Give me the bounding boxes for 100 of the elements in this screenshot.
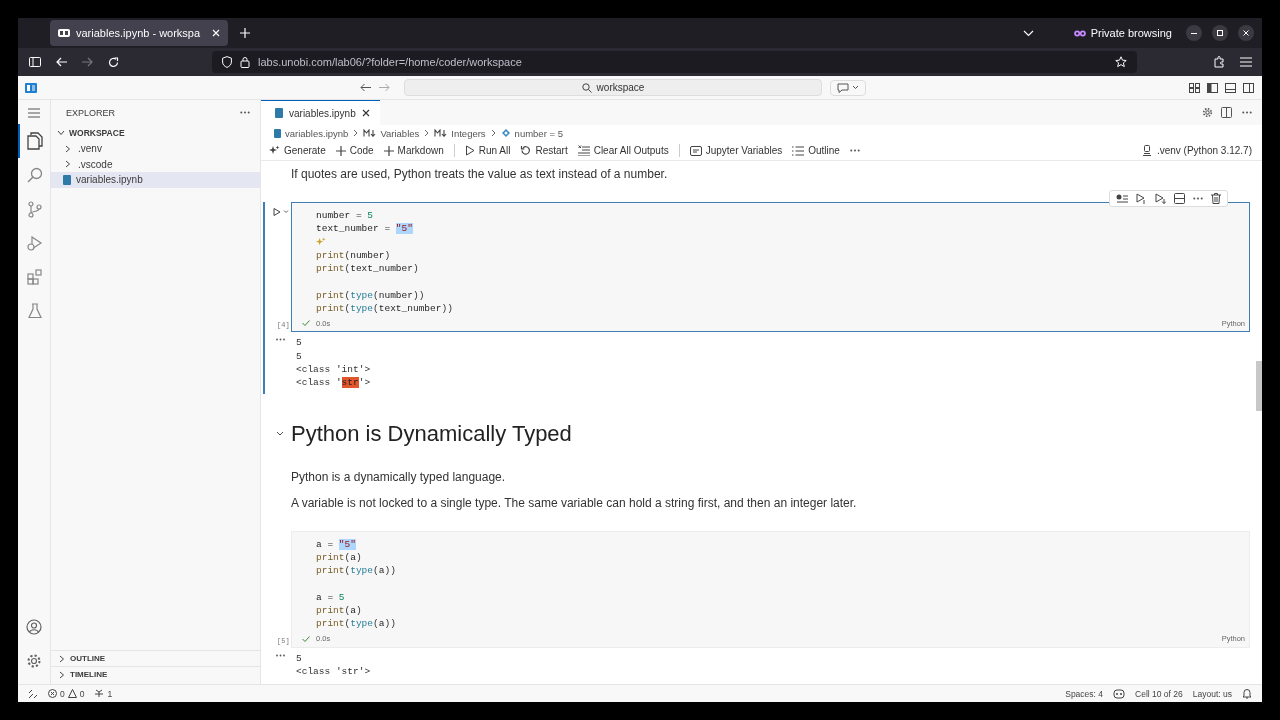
file-tree-item[interactable]: variables.ipynb (51, 172, 260, 188)
reload-icon[interactable] (108, 56, 119, 68)
markdown-paragraph: Python is a dynamically typed language. (291, 468, 507, 486)
toolbar-button[interactable]: Restart (520, 145, 568, 156)
more-icon[interactable] (849, 149, 860, 152)
toolbar-button[interactable]: Jupyter Variables (689, 145, 783, 156)
split-cell-icon[interactable] (1174, 193, 1185, 204)
collapse-chevron-icon[interactable] (276, 431, 284, 437)
close-icon[interactable] (1238, 25, 1254, 41)
chevron-right-icon (424, 129, 430, 137)
maximize-icon[interactable] (1212, 25, 1228, 41)
code-line: number = 5 (316, 209, 375, 223)
extensions-icon (27, 269, 43, 285)
file-tree-item[interactable]: .venv (51, 141, 260, 157)
status-item[interactable]: Layout: us (1192, 688, 1232, 699)
panel-toggle-icon[interactable] (1225, 82, 1236, 93)
layout-icon[interactable] (1189, 82, 1200, 93)
toolbar-button[interactable]: Generate (269, 145, 326, 156)
toolbar-button[interactable]: Clear All Outputs (577, 145, 669, 156)
code-line: print(type(number)) (316, 288, 426, 303)
back-icon[interactable] (360, 83, 371, 92)
copilot-icon[interactable] (1113, 688, 1126, 699)
breadcrumb-item[interactable]: Variables (363, 127, 420, 139)
remote-icon[interactable] (28, 688, 38, 699)
more-icon[interactable] (1242, 111, 1252, 114)
editor-tab[interactable]: variables.ipynb (261, 100, 380, 125)
command-center[interactable]: workspace (404, 79, 822, 96)
restart-icon (520, 145, 532, 156)
panel-section-header[interactable]: TIMELINE (51, 666, 260, 682)
more-icon[interactable] (276, 653, 285, 657)
markdown-paragraph: If quotes are used, Python treats the value as text instead of a number. (291, 166, 669, 183)
browser-tab[interactable]: variables.ipynb - workspa (50, 20, 228, 46)
toolbar-button[interactable]: Run All (464, 145, 511, 156)
more-icon[interactable] (240, 111, 250, 114)
settings-icon[interactable] (26, 653, 42, 669)
breadcrumb-item[interactable]: number = 5 (500, 127, 563, 139)
chat-button[interactable] (830, 79, 866, 96)
chevron-right-icon (353, 129, 359, 137)
ports-indicator[interactable]: 1 (94, 688, 113, 699)
play-icon (464, 145, 475, 156)
chevron-down-icon (852, 85, 859, 90)
secondary-sidebar-icon[interactable] (1243, 82, 1254, 93)
kernel-picker[interactable]: .venv (Python 3.12.7) (1141, 145, 1252, 156)
chevron-right-icon (490, 129, 496, 137)
notebook-icon (63, 174, 71, 185)
workspace-section-header[interactable]: WORKSPACE (51, 125, 260, 141)
scrollbar-thumb[interactable] (1256, 361, 1262, 411)
plus-icon (335, 145, 346, 156)
toolbar-button[interactable]: Outline (792, 145, 840, 156)
breadcrumb-item[interactable]: variables.ipynb (274, 127, 349, 139)
variables-icon (689, 145, 702, 156)
status-item[interactable]: Spaces: 4 (1065, 688, 1104, 699)
split-editor-icon[interactable] (1221, 107, 1232, 118)
sparkle-icon (269, 145, 280, 156)
markdown-paragraph: A variable is not locked to a single type. The same variable can hold a string first, and then an integer later. (291, 494, 858, 512)
app-icon[interactable] (25, 82, 37, 93)
file-tree-item[interactable]: .vscode (51, 156, 260, 172)
extensions-icon[interactable] (1213, 56, 1225, 68)
chevron-down-icon[interactable] (1022, 29, 1034, 37)
status-item[interactable]: Cell 10 of 26 (1135, 688, 1183, 699)
kernel-icon (1141, 145, 1152, 156)
address-bar[interactable]: labs.unobi.com/lab06/?folder=/home/coder/workspace (212, 51, 1137, 73)
output-line: <class 'str'> (296, 376, 372, 390)
run-below-icon[interactable] (1155, 193, 1166, 204)
run-by-line-icon[interactable] (1116, 193, 1128, 204)
breadcrumb-item[interactable]: Integers (434, 127, 486, 139)
output-line: <class 'int'> (296, 362, 372, 377)
clear-icon (577, 145, 590, 156)
delete-icon[interactable] (1211, 193, 1221, 204)
forward-icon[interactable] (82, 57, 93, 67)
run-cell-icon[interactable] (273, 208, 289, 216)
close-icon[interactable] (361, 109, 370, 117)
code-line: print(a) (316, 550, 363, 565)
tab-title: variables.ipynb - workspa (76, 27, 202, 39)
panel-section-header[interactable]: OUTLINE (51, 650, 260, 666)
sidebar-toggle-icon[interactable] (1207, 82, 1218, 93)
mask-icon (1073, 29, 1086, 37)
problems-indicator[interactable]: 0 0 (48, 688, 85, 699)
code-line: print(a) (316, 604, 363, 618)
star-icon[interactable] (1115, 56, 1127, 68)
output-line: <class 'str'> (296, 664, 372, 679)
code-line: a = 5 (316, 590, 346, 605)
markdown-icon (434, 129, 448, 137)
toolbar-button[interactable]: Code (335, 145, 374, 156)
lock-icon (240, 56, 250, 68)
code-line: print(number) (316, 248, 392, 263)
more-icon[interactable] (276, 338, 285, 342)
account-icon[interactable] (26, 619, 42, 635)
sidebar-icon[interactable] (29, 57, 41, 67)
toolbar-button[interactable]: Markdown (383, 145, 444, 156)
chat-icon (837, 82, 849, 93)
minimize-icon[interactable] (1186, 25, 1202, 41)
run-above-icon[interactable] (1136, 193, 1147, 204)
more-icon[interactable] (1193, 197, 1203, 200)
settings-icon[interactable] (1202, 107, 1213, 118)
new-tab-icon[interactable] (240, 28, 250, 38)
code-line: print(text_number) (316, 262, 420, 276)
bell-icon[interactable] (1242, 688, 1252, 699)
section-heading: Python is Dynamically Typed (291, 419, 572, 448)
check-icon (302, 635, 310, 642)
